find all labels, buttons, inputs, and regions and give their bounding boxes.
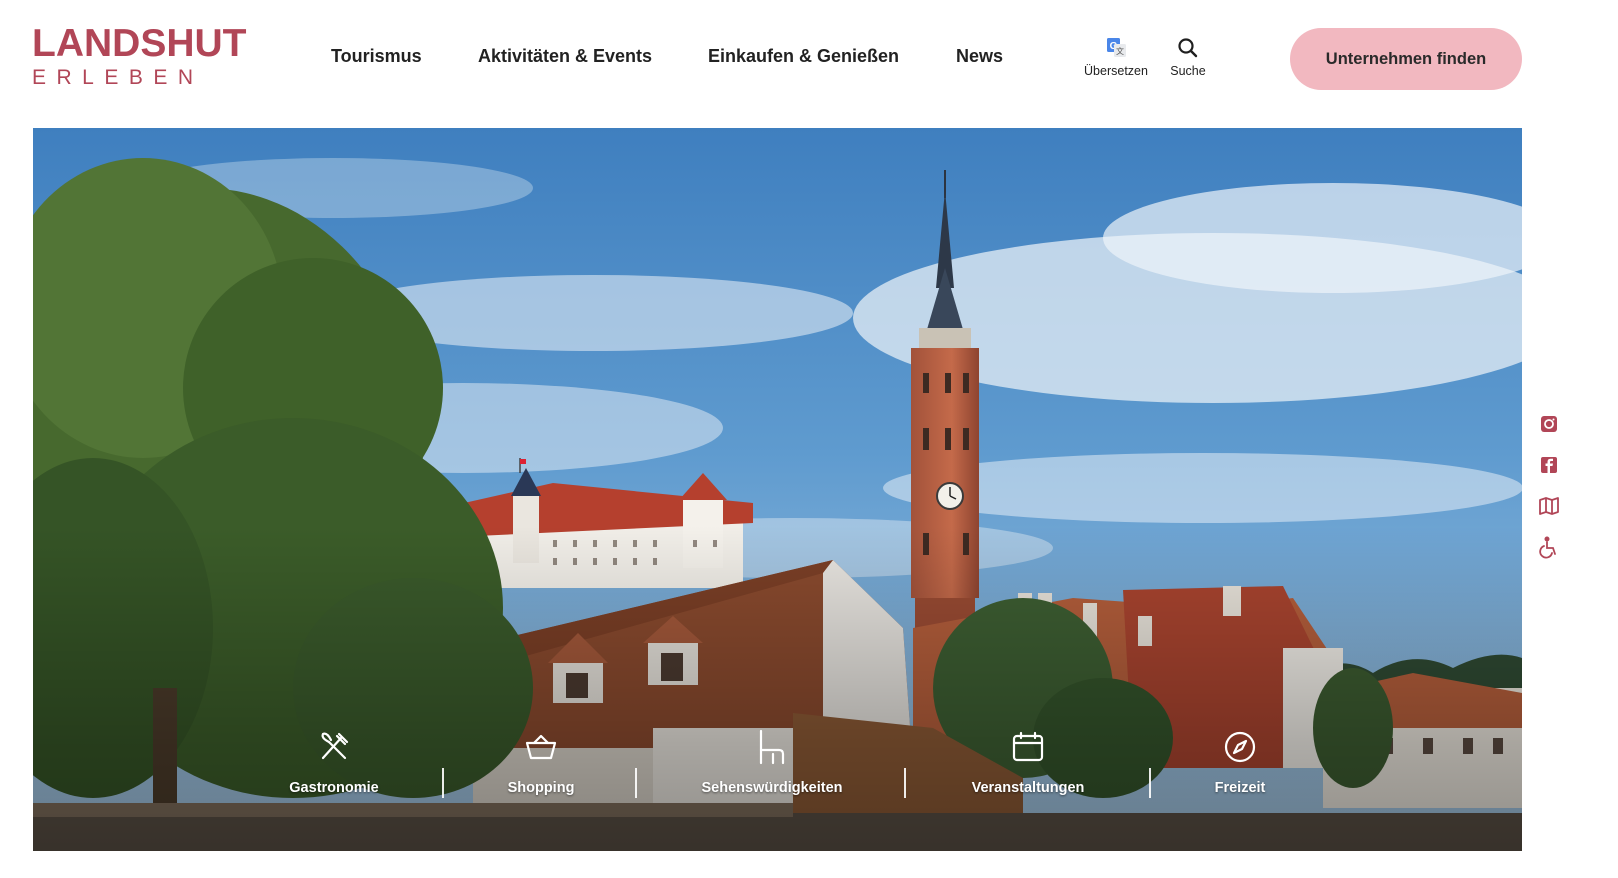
logo-subline: ERLEBEN <box>32 66 204 89</box>
search-icon <box>1178 38 1198 58</box>
category-gastronomie-label: Gastronomie <box>289 780 379 796</box>
category-freizeit[interactable]: Freizeit <box>1205 728 1275 808</box>
site-header: LANDSHUT ERLEBEN Tourismus Aktivitäten &… <box>0 0 1618 128</box>
hero-image: Gastronomie Shopping Sehenswürdigkeiten … <box>33 128 1522 851</box>
nav-item-aktivitaeten-events[interactable]: Aktivitäten & Events <box>478 46 652 67</box>
category-divider <box>442 768 444 798</box>
nav-item-tourismus[interactable]: Tourismus <box>331 46 422 67</box>
svg-text:文: 文 <box>1116 46 1124 56</box>
category-divider <box>904 768 906 798</box>
map-icon[interactable] <box>1537 494 1561 518</box>
category-bar: Gastronomie Shopping Sehenswürdigkeiten … <box>33 728 1522 818</box>
compass-icon <box>1224 731 1256 763</box>
chair-icon <box>759 729 785 765</box>
category-divider <box>1149 768 1151 798</box>
search-button[interactable]: Suche <box>1150 36 1226 78</box>
search-label: Suche <box>1170 64 1206 78</box>
side-links <box>1537 412 1561 576</box>
logo-wordmark: LANDSHUT <box>32 22 247 65</box>
category-veranstaltungen-label: Veranstaltungen <box>971 780 1085 796</box>
category-shopping-label: Shopping <box>507 780 575 796</box>
basket-icon <box>525 734 557 760</box>
translate-button[interactable]: G 文 Übersetzen <box>1078 36 1154 78</box>
facebook-icon[interactable] <box>1537 453 1561 477</box>
translate-label: Übersetzen <box>1084 64 1148 78</box>
category-sehenswuerdigkeiten[interactable]: Sehenswürdigkeiten <box>697 728 847 808</box>
fork-knife-icon <box>321 732 349 760</box>
category-freizeit-label: Freizeit <box>1214 780 1266 796</box>
site-logo[interactable]: LANDSHUT ERLEBEN <box>32 24 262 92</box>
nav-item-einkaufen-geniessen[interactable]: Einkaufen & Genießen <box>708 46 899 67</box>
category-shopping[interactable]: Shopping <box>491 728 591 808</box>
calendar-icon <box>1012 731 1044 762</box>
category-gastronomie[interactable]: Gastronomie <box>279 728 389 808</box>
google-translate-icon: G 文 <box>1107 38 1126 57</box>
find-business-button[interactable]: Unternehmen finden <box>1290 28 1522 90</box>
nav-item-news[interactable]: News <box>956 46 1003 67</box>
category-divider <box>635 768 637 798</box>
category-sehenswuerdigkeiten-label: Sehenswürdigkeiten <box>701 780 843 796</box>
wheelchair-icon[interactable] <box>1537 535 1561 559</box>
instagram-icon[interactable] <box>1537 412 1561 436</box>
category-veranstaltungen[interactable]: Veranstaltungen <box>965 728 1091 808</box>
